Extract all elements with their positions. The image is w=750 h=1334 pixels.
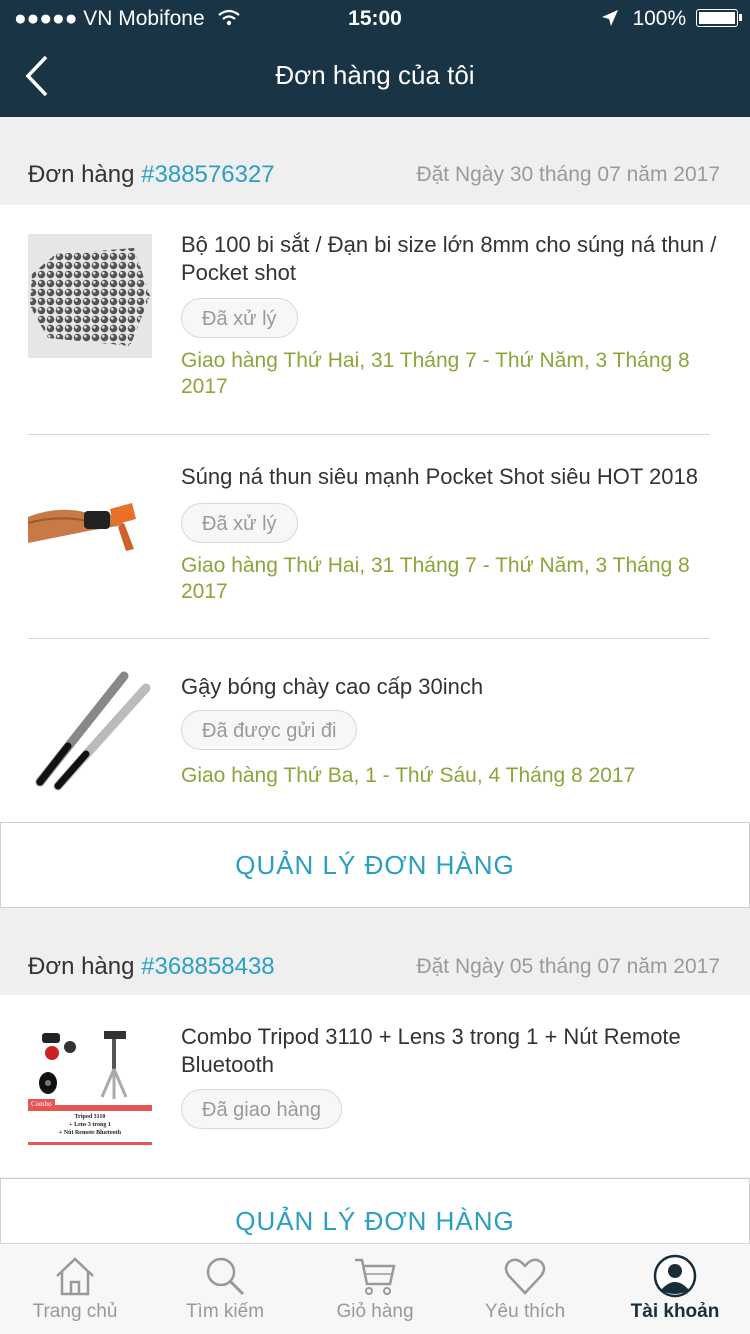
battery-icon	[696, 9, 742, 27]
order-header: Đơn hàng #368858438 Đặt Ngày 05 tháng 07…	[0, 937, 750, 997]
shipping-estimate: Giao hàng Thứ Hai, 31 Tháng 7 - Thứ Năm,…	[181, 554, 690, 603]
product-image	[28, 670, 152, 794]
thumb-tag: Combo	[28, 1099, 55, 1109]
tab-search[interactable]: Tìm kiếm	[150, 1244, 300, 1334]
manage-order-button[interactable]: QUẢN LÝ ĐƠN HÀNG	[0, 822, 750, 908]
order-card: Combo Tripod 3110 + Lens 3 trong 1 + Nút…	[0, 995, 750, 1177]
list-item[interactable]: Gậy bóng chày cao cấp 30inch Đã được gửi…	[0, 640, 750, 822]
battery-percent: 100%	[632, 7, 687, 30]
order-card: Bộ 100 bi sắt / Đạn bi size lớn 8mm cho …	[0, 205, 750, 822]
search-icon	[206, 1257, 245, 1296]
tab-bar: Trang chủ Tìm kiếm Giỏ hàng Yêu thích Tà…	[0, 1243, 750, 1334]
order-number[interactable]: #388576327	[141, 161, 274, 188]
divider	[28, 638, 710, 639]
product-name[interactable]: Bộ 100 bi sắt / Đạn bi size lớn 8mm cho …	[181, 231, 726, 287]
product-image	[27, 465, 152, 589]
page-title: Đơn hàng của tôi	[275, 60, 475, 90]
order-number[interactable]: #368858438	[141, 953, 274, 980]
product-name[interactable]: Combo Tripod 3110 + Lens 3 trong 1 + Nút…	[181, 1023, 726, 1079]
tab-favorites[interactable]: Yêu thích	[450, 1244, 600, 1334]
home-icon	[56, 1257, 94, 1296]
shipping-estimate: Giao hàng Thứ Ba, 1 - Thứ Sáu, 4 Tháng 8…	[181, 764, 636, 787]
list-item[interactable]: Combo Tripod 3110 + Lens 3 trong 1 + Nút…	[0, 995, 750, 1177]
product-image	[28, 234, 152, 358]
tab-label: Yêu thích	[484, 1301, 566, 1322]
status-badge: Đã xử lý	[181, 298, 298, 338]
tab-label: Trang chủ	[32, 1301, 118, 1322]
status-badge: Đã giao hàng	[181, 1089, 342, 1129]
top-bar: ●●●●● VN Mobifone 15:00 100% Đơn hàng củ…	[0, 0, 750, 117]
tab-label: Giỏ hàng	[336, 1301, 414, 1322]
thumb-caption-2: + Lens 3 trong 1	[69, 1122, 111, 1128]
tab-cart[interactable]: Giỏ hàng	[300, 1244, 450, 1334]
status-badge: Đã xử lý	[181, 503, 298, 543]
cart-icon	[355, 1258, 396, 1295]
status-badge: Đã được gửi đi	[181, 710, 358, 750]
tab-label: Tìm kiếm	[185, 1301, 265, 1322]
order-label: Đơn hàng	[28, 161, 135, 188]
tab-home[interactable]: Trang chủ	[0, 1244, 150, 1334]
product-name[interactable]: Gậy bóng chày cao cấp 30inch	[181, 673, 726, 701]
order-label: Đơn hàng	[28, 953, 135, 980]
product-name[interactable]: Súng ná thun siêu mạnh Pocket Shot siêu …	[181, 463, 726, 491]
order-date: Đặt Ngày 05 tháng 07 năm 2017	[416, 955, 720, 978]
thumb-caption-1: Tripod 3110	[74, 1114, 106, 1120]
list-item[interactable]: Bộ 100 bi sắt / Đạn bi size lớn 8mm cho …	[0, 205, 750, 435]
product-image: Combo Tripod 3110 + Lens 3 trong 1 + Nút…	[28, 1025, 152, 1149]
tab-label: Tài khoản	[630, 1301, 720, 1322]
location-arrow-icon	[601, 10, 618, 26]
tab-account[interactable]: Tài khoản	[600, 1244, 750, 1334]
account-icon	[653, 1254, 697, 1298]
order-date: Đặt Ngày 30 tháng 07 năm 2017	[416, 163, 720, 186]
list-item[interactable]: Súng ná thun siêu mạnh Pocket Shot siêu …	[0, 435, 750, 640]
thumb-caption-3: + Nút Remote Bluetooth	[58, 1130, 122, 1136]
shipping-estimate: Giao hàng Thứ Hai, 31 Tháng 7 - Thứ Năm,…	[181, 349, 690, 398]
heart-icon	[504, 1258, 546, 1295]
order-header: Đơn hàng #388576327 Đặt Ngày 30 tháng 07…	[0, 145, 750, 205]
status-bar: ●●●●● VN Mobifone 15:00 100%	[0, 0, 750, 38]
